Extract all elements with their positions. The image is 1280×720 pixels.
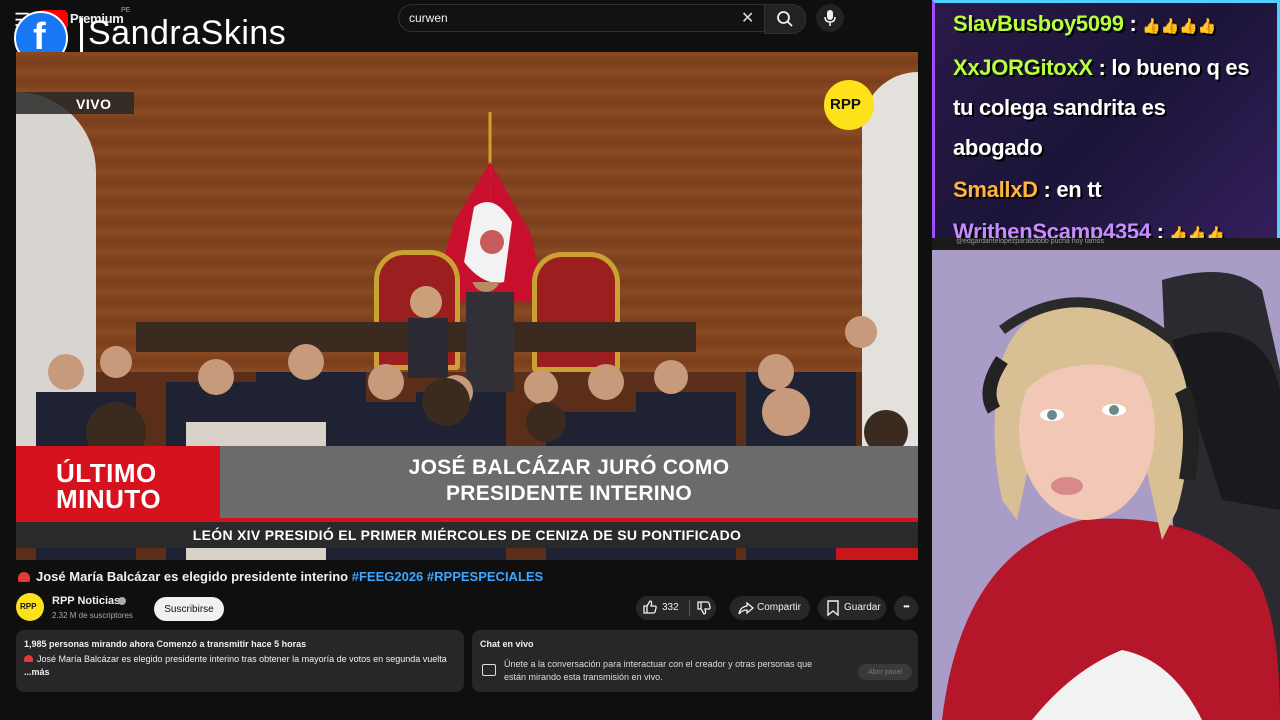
stream-chat-overlay: SlavBusboy5099 : 👍👍👍👍 XxJORGitoxX : lo b…: [932, 0, 1280, 244]
thumbs-up-icon[interactable]: [642, 599, 658, 615]
microphone-icon: [824, 10, 836, 26]
like-divider: [689, 600, 690, 616]
chat-message: XxJORGitoxX : lo bueno q es: [953, 55, 1250, 81]
chat-text: tu colega sandrita es: [953, 95, 1166, 120]
description-text: José María Balcázar es elegido president…: [24, 653, 454, 679]
search-button[interactable]: [764, 4, 806, 34]
headline-line1: JOSÉ BALCÁZAR JURÓ COMO: [408, 456, 730, 479]
hashtag-link[interactable]: #FEEG2026: [352, 569, 424, 584]
streamer-webcam-image: [932, 250, 1280, 720]
show-more-link[interactable]: ...más: [24, 667, 50, 677]
chat-username: SmallxD: [953, 177, 1038, 202]
red-alarm-icon: [18, 572, 30, 582]
webcam-feed: [932, 250, 1280, 720]
save-button[interactable]: Guardar: [818, 596, 886, 620]
live-chat-collapsed: Chat en vivo Únete a la conversación par…: [472, 630, 918, 692]
ticker-text: LEÓN XIV PRESIDIÓ EL PRIMER MIÉRCOLES DE…: [192, 527, 742, 543]
bookmark-icon: [827, 600, 839, 616]
channel-avatar-text: RPP: [20, 602, 37, 611]
thumbs-up-emoji-icon: 👍👍👍👍: [1142, 18, 1216, 35]
red-alarm-icon: [24, 655, 33, 662]
video-title-text: José María Balcázar es elegido president…: [36, 569, 352, 584]
chat-text: en tt: [1056, 177, 1102, 202]
channel-name-link[interactable]: RPP Noticias: [52, 595, 120, 607]
voice-search-button[interactable]: [816, 4, 844, 32]
save-label: Guardar: [844, 602, 881, 613]
streamer-watermark: SandraSkins: [88, 14, 287, 52]
share-arrow-icon: [738, 601, 754, 615]
verified-icon: [118, 597, 126, 605]
watermark-divider: [80, 18, 83, 56]
share-button[interactable]: Compartir: [730, 596, 810, 620]
chat-message-continued: abogado: [953, 135, 1043, 161]
video-title: José María Balcázar es elegido president…: [18, 569, 918, 584]
overlay-strip-text: @edgardantelopezparabobbb pucha hoy tamo…: [956, 238, 1104, 245]
headline-line2: PRESIDENTE INTERINO: [445, 482, 693, 505]
live-chat-description: Únete a la conversación para interactuar…: [504, 659, 813, 682]
channel-avatar[interactable]: RPP: [16, 593, 44, 621]
chat-message: SmallxD : en tt: [953, 177, 1102, 203]
breaking-news-label: ÚLTIMO MINUTO: [16, 446, 220, 522]
chat-username: SlavBusboy5099: [953, 11, 1124, 36]
live-badge: VIVO: [16, 92, 134, 114]
chat-separator: :: [1092, 55, 1112, 80]
chat-message-continued: tu colega sandrita es: [953, 95, 1166, 121]
open-chat-panel-button[interactable]: Abrir panel: [858, 664, 912, 680]
chat-text: abogado: [953, 135, 1043, 160]
clear-search-icon[interactable]: ✕: [741, 8, 754, 28]
chat-text: lo bueno q es: [1111, 55, 1250, 80]
chat-separator: :: [1037, 177, 1057, 202]
subscribe-button[interactable]: Suscribirse: [154, 597, 224, 621]
chat-message: SlavBusboy5099 : 👍👍👍👍: [953, 11, 1216, 37]
search-input[interactable]: [409, 9, 729, 27]
live-badge-label: VIVO: [76, 96, 112, 112]
overlay-chat-strip: @edgardantelopezparabobbb pucha hoy tamo…: [932, 238, 1280, 250]
description-body: José María Balcázar es elegido president…: [37, 654, 447, 664]
share-label: Compartir: [757, 602, 801, 613]
search-box[interactable]: ✕: [398, 4, 765, 32]
rpp-logo-text: RPP: [830, 96, 861, 113]
country-code: PE: [121, 7, 131, 14]
search-icon: [777, 11, 793, 27]
breaking-news-line2: MINUTO: [56, 484, 162, 514]
news-headline: JOSÉ BALCÁZAR JURÓ COMO PRESIDENTE INTER…: [220, 446, 918, 522]
more-actions-button[interactable]: •••: [894, 596, 918, 620]
description-stats: 1,985 personas mirando ahora Comenzó a t…: [24, 639, 307, 649]
chat-separator: :: [1123, 11, 1143, 36]
live-chat-title: Chat en vivo: [480, 639, 534, 649]
video-description[interactable]: 1,985 personas mirando ahora Comenzó a t…: [16, 630, 464, 692]
like-count: 332: [662, 602, 679, 613]
news-ticker: LEÓN XIV PRESIDIÓ EL PRIMER MIÉRCOLES DE…: [16, 522, 918, 548]
chat-bubble-icon: [482, 664, 496, 676]
rpp-logo-icon: RPP: [824, 80, 874, 130]
hashtag-link[interactable]: #RPPESPECIALES: [427, 569, 543, 584]
chat-username: XxJORGitoxX: [953, 55, 1093, 80]
like-dislike-group: 332: [636, 596, 716, 620]
subscriber-count: 2.32 M de suscriptores: [52, 611, 133, 620]
video-player[interactable]: VIVO RPP ÚLTIMO MINUTO JOSÉ BALCÁZAR JUR…: [16, 52, 918, 560]
thumbs-down-icon[interactable]: [696, 600, 712, 616]
